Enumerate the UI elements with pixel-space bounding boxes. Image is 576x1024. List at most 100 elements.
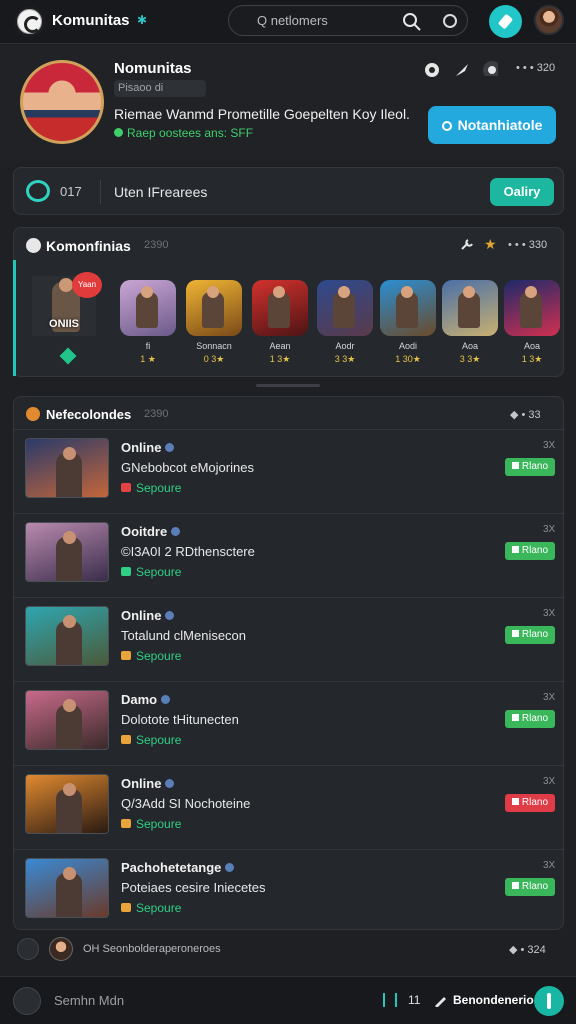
game-tile[interactable] (504, 280, 560, 336)
member-thumbnail[interactable] (25, 858, 109, 918)
list-item[interactable]: Ooitdre ©I3A0I 2 RDthensctere Sepoure 3X Rla… (14, 513, 565, 597)
refresh-icon[interactable] (13, 987, 41, 1015)
community-icon (26, 238, 41, 253)
settings-icon[interactable] (482, 60, 498, 76)
member-character-icon (56, 699, 82, 749)
app-title: Komunitas (52, 12, 130, 29)
member-action-button[interactable]: Rlano (505, 458, 555, 476)
record-icon[interactable] (443, 14, 457, 28)
game-tile[interactable] (380, 280, 436, 336)
community-count: 2390 (144, 239, 169, 251)
verified-icon (225, 863, 235, 872)
footer-text: OH Seonbolderaperoneroes (83, 943, 221, 955)
dismiss-icon[interactable]: 3X (543, 776, 555, 787)
member-action-button[interactable]: Rlano (505, 710, 555, 728)
avatar[interactable] (534, 5, 564, 35)
action-icon (511, 714, 519, 721)
game-rating: 1 30★ (395, 354, 421, 364)
dismiss-icon[interactable]: 3X (543, 524, 555, 535)
game-label: Sonnacn (196, 341, 232, 351)
game-tile[interactable] (442, 280, 498, 336)
profile-status-text: Raep oostees ans: SFF (127, 126, 254, 140)
more-menu[interactable]: • • • 320 (516, 62, 555, 74)
primary-action-button[interactable]: Notanhiatole (428, 106, 556, 144)
member-thumbnail[interactable] (25, 606, 109, 666)
featured-label: ONIIS (49, 318, 79, 330)
member-tag-text: Sepoure (136, 481, 182, 495)
member-status: Online (121, 776, 175, 791)
member-character-icon (56, 867, 82, 917)
member-status-text: Pachohetetange (121, 860, 222, 875)
community-menu[interactable]: • • • 330 (508, 239, 547, 251)
member-name: Totalund clMenisecon (121, 628, 247, 643)
compose-button[interactable] (489, 5, 522, 38)
game-tile[interactable] (252, 280, 308, 336)
list-item[interactable]: Pachohetetange Poteiaes cesire Iniecetes S… (14, 849, 565, 933)
dismiss-icon[interactable]: 3X (543, 440, 555, 451)
message-input[interactable]: Semhn Mdn (54, 993, 124, 1008)
action-icon (511, 798, 519, 805)
member-thumbnail[interactable] (25, 522, 109, 582)
member-action-button[interactable]: Rlano (505, 878, 555, 896)
member-status-text: Online (121, 608, 162, 623)
status-dot-icon (114, 128, 123, 137)
members-title: Nefecolondes (46, 407, 132, 422)
search-input[interactable]: Q netlomers (257, 13, 328, 28)
search-icon[interactable] (402, 12, 422, 32)
action-icon (511, 882, 519, 889)
list-item[interactable]: Online Totalund clMenisecon Sepoure 3X Rlano (14, 597, 565, 681)
game-label: Aodr (335, 341, 355, 351)
search-bar[interactable]: Q netlomers (228, 5, 468, 36)
logo-icon[interactable] (14, 6, 45, 37)
member-tag: Sepoure (121, 817, 181, 831)
profile-avatar[interactable] (20, 60, 104, 144)
member-thumbnail[interactable] (25, 690, 109, 750)
footer-meta[interactable]: ◆ • 324 (509, 943, 546, 956)
footer-circle-icon[interactable] (17, 938, 39, 960)
member-tag: Sepoure (121, 733, 181, 747)
avatar[interactable] (49, 937, 73, 961)
member-tag-text: Sepoure (136, 901, 182, 915)
community-card: Komonfinias 2390 ★ • • • 330 Yaan ONIIS … (13, 227, 564, 377)
game-tile[interactable] (120, 280, 176, 336)
star-icon[interactable]: ★ (484, 236, 497, 253)
member-status: Pachohetetange (121, 860, 235, 875)
member-action-button[interactable]: Rlano (505, 542, 555, 560)
list-item[interactable]: Online GNebobcot eMojorines Sepoure 3X Rlano (14, 429, 565, 513)
member-action-label: Rlano (521, 881, 549, 892)
game-tile[interactable] (317, 280, 373, 336)
tag-icon (121, 819, 131, 828)
globe-icon[interactable] (424, 62, 440, 78)
game-rating: 1 ★ (140, 354, 156, 364)
tools-icon[interactable] (460, 237, 476, 253)
member-action-button[interactable]: Rlano (505, 626, 555, 644)
tag-icon (121, 735, 131, 744)
member-tag-text: Sepoure (136, 817, 182, 831)
game-character-icon (520, 286, 542, 328)
filter-icon[interactable] (383, 993, 397, 1007)
bottom-label[interactable]: Benondenerio (453, 993, 534, 1007)
dismiss-icon[interactable]: 3X (543, 692, 555, 703)
member-name: ©I3A0I 2 RDthensctere (121, 544, 255, 559)
dismiss-icon[interactable]: 3X (543, 860, 555, 871)
member-tag-text: Sepoure (136, 733, 182, 747)
member-thumbnail[interactable] (25, 774, 109, 834)
rocket-icon[interactable] (454, 62, 470, 78)
game-label: Aoa (523, 341, 540, 351)
game-tile[interactable] (186, 280, 242, 336)
pen-icon[interactable] (434, 993, 448, 1007)
list-item[interactable]: Damo Dolotote tHitunecten Sepoure 3X Rlano (14, 681, 565, 765)
drag-handle[interactable] (256, 384, 320, 387)
list-item[interactable]: Online Q/3Add SI Nochoteine Sepoure 3X Rlano (14, 765, 565, 849)
footer-row: OH Seonbolderaperoneroes ◆ • 324 (13, 934, 564, 964)
member-character-icon (56, 615, 82, 665)
member-thumbnail[interactable] (25, 438, 109, 498)
dismiss-icon[interactable]: 3X (543, 608, 555, 619)
online-button[interactable]: Oaliry (490, 178, 554, 206)
members-menu[interactable]: ◆ • 33 (510, 408, 541, 421)
primary-action-label: Notanhiatole (457, 117, 543, 133)
send-button[interactable] (534, 986, 564, 1016)
member-action-button[interactable]: Rlano (505, 794, 555, 812)
member-character-icon (56, 783, 82, 833)
profile-subtitle: Pisaoo di (114, 80, 206, 97)
